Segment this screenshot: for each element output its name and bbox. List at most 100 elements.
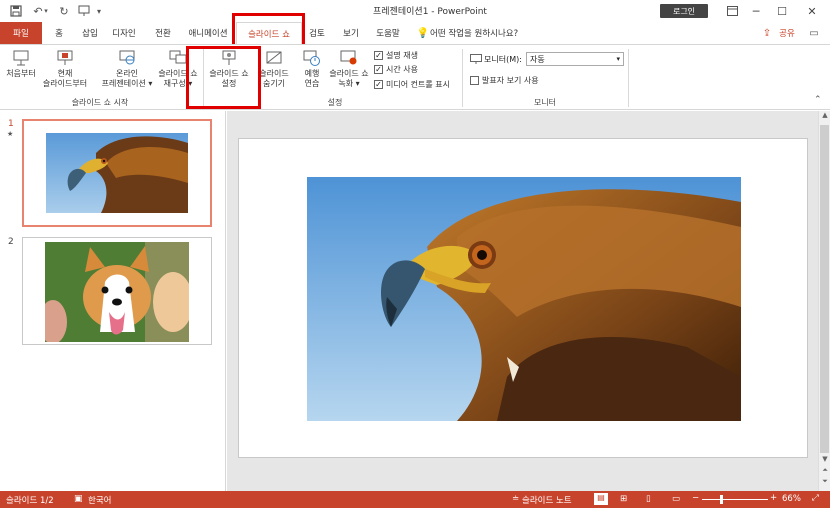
customize-qat-icon[interactable]: ▾	[94, 3, 104, 19]
language-label[interactable]: 한국어	[88, 494, 111, 506]
chevron-down-icon[interactable]: ▾	[42, 3, 50, 19]
rehearse-timings-button[interactable]: 예행 연습	[298, 49, 326, 89]
zoom-level[interactable]: 66%	[782, 494, 801, 504]
start-from-beginning-icon[interactable]	[76, 3, 92, 19]
scroll-up-icon[interactable]: ▲	[820, 111, 830, 119]
maximize-icon[interactable]: ☐	[768, 2, 796, 20]
record-label-2: 녹화	[338, 79, 354, 88]
play-narrations-label: 설명 재생	[386, 50, 418, 60]
highlight-box-setup	[186, 46, 261, 109]
slide-sorter-icon[interactable]: ⊞	[620, 494, 627, 504]
show-media-label: 미디어 컨트롤 표시	[386, 79, 450, 89]
rehearse-label-2: 연습	[304, 79, 320, 88]
slide-number-2: 2	[8, 237, 14, 247]
slide-count: 슬라이드 1/2	[6, 496, 54, 506]
notes-icon[interactable]: ≐	[512, 494, 519, 504]
corgi-thumbnail-image	[45, 242, 189, 342]
slide-canvas[interactable]	[238, 138, 808, 458]
fit-to-window-icon[interactable]: ⤢	[812, 493, 819, 503]
present-online-button[interactable]: 온라인 프레젠테이션 ▾	[96, 49, 158, 89]
online-label-2: 프레젠테이션	[101, 79, 146, 88]
lightbulb-icon: 💡	[416, 27, 430, 39]
from-current-label-1: 현재	[57, 69, 73, 78]
tab-transitions[interactable]: 전환	[150, 22, 176, 44]
tab-view[interactable]: 보기	[338, 22, 364, 44]
projector-icon	[13, 50, 29, 66]
from-current-button[interactable]: 현재 슬라이드부터	[40, 49, 90, 89]
hide-slide-icon	[266, 51, 282, 64]
record-slideshow-button[interactable]: 슬라이드 쇼 녹화 ▾	[326, 49, 372, 89]
monitor-select-value: 자동	[530, 54, 545, 64]
collapse-ribbon-icon[interactable]: ⌃	[814, 95, 822, 105]
zoom-in-icon[interactable]: +	[770, 493, 777, 503]
checkbox-unchecked-icon	[470, 75, 479, 85]
tab-home[interactable]: 홈	[46, 22, 72, 44]
custom-label-2: 재구성	[163, 79, 186, 88]
login-button[interactable]: 로그인	[660, 4, 708, 18]
window-title: 프레젠테이션1 - PowerPoint	[373, 7, 487, 17]
monitor-icon	[470, 54, 482, 64]
share-icon[interactable]: ⇪	[760, 22, 774, 44]
play-narrations-checkbox[interactable]: ✓ 설명 재생	[374, 49, 418, 61]
comments-icon[interactable]: ▭	[804, 22, 824, 44]
custom-show-icon	[169, 50, 187, 64]
from-beginning-label: 처음부터	[6, 69, 36, 78]
tab-animations[interactable]: 애니메이션	[184, 22, 232, 44]
zoom-out-icon[interactable]: −	[692, 493, 699, 503]
notes-button[interactable]: 슬라이드 노트	[522, 494, 572, 506]
checkbox-checked-icon: ✓	[374, 50, 383, 60]
normal-view-icon[interactable]: ▤	[594, 493, 608, 505]
rehearse-label-1: 예행	[304, 69, 320, 78]
share-button[interactable]: 공유	[776, 22, 798, 44]
group-label-start: 슬라이드 쇼 시작	[71, 98, 129, 107]
tab-file[interactable]: 파일	[0, 22, 42, 44]
spellcheck-icon[interactable]: ▣	[74, 494, 83, 504]
globe-projector-icon	[119, 50, 135, 65]
hide-label-2: 숨기기	[262, 79, 286, 88]
save-icon[interactable]	[8, 3, 24, 19]
zoom-slider[interactable]	[702, 499, 768, 500]
tell-me-box[interactable]: 어떤 작업을 원하시나요?	[430, 22, 530, 44]
checkbox-checked-icon: ✓	[374, 79, 383, 89]
show-media-controls-checkbox[interactable]: ✓ 미디어 컨트롤 표시	[374, 78, 450, 90]
record-label-1: 슬라이드 쇼	[329, 69, 369, 78]
presenter-view-label: 발표자 보기 사용	[482, 75, 539, 85]
eagle-image[interactable]	[307, 177, 741, 421]
eagle-thumbnail-image	[46, 133, 188, 213]
vertical-scrollbar[interactable]: ▲ ▼ ⏶ ⏷	[818, 111, 830, 491]
zoom-slider-thumb[interactable]	[720, 495, 723, 504]
tab-review[interactable]: 검토	[304, 22, 330, 44]
scrollbar-thumb[interactable]	[820, 125, 829, 453]
ribbon-tabs: 파일 홈 삽입 디자인 전환 애니메이션 슬라이드 쇼 검토 보기 도움말 💡 …	[0, 22, 830, 45]
presenter-view-checkbox[interactable]: 발표자 보기 사용	[470, 74, 539, 86]
close-icon[interactable]: ✕	[798, 2, 826, 20]
tab-help[interactable]: 도움말	[372, 22, 404, 44]
from-current-label-2: 슬라이드부터	[42, 79, 88, 88]
hide-label-1: 슬라이드	[259, 69, 289, 78]
redo-icon[interactable]: ↻	[56, 3, 72, 19]
monitor-label: 모니터(M):	[484, 55, 522, 64]
status-bar: 슬라이드 1/2 ▣ 한국어 ≐ 슬라이드 노트 ▤ ⊞ ▯ ▭ − + 66%…	[0, 491, 830, 508]
next-slide-icon[interactable]: ⏷	[820, 477, 830, 486]
highlight-box-tab	[232, 13, 305, 48]
record-icon	[340, 50, 357, 65]
minimize-icon[interactable]: ─	[742, 2, 770, 20]
use-timings-checkbox[interactable]: ✓ 시간 사용	[374, 63, 418, 75]
reading-view-icon[interactable]: ▯	[646, 494, 651, 504]
title-bar: ↶ ▾ ↻ ▾ 프레젠테이션1 - PowerPoint 로그인 ─ ☐ ✕	[0, 0, 830, 22]
animation-star-icon: ★	[7, 130, 14, 138]
tab-design[interactable]: 디자인	[108, 22, 140, 44]
checkbox-checked-icon: ✓	[374, 64, 383, 74]
monitor-select[interactable]: 자동 ▾	[526, 52, 624, 66]
slideshow-view-icon[interactable]: ▭	[672, 494, 680, 504]
tab-insert[interactable]: 삽입	[74, 22, 106, 44]
slide-thumbnail-2[interactable]	[22, 237, 212, 345]
slide-thumbnail-1[interactable]	[22, 119, 212, 227]
scroll-down-icon[interactable]: ▼	[820, 455, 830, 463]
rehearse-icon	[303, 50, 320, 66]
previous-slide-icon[interactable]: ⏶	[820, 466, 830, 475]
from-beginning-button[interactable]: 처음부터	[2, 49, 40, 79]
chevron-down-icon: ▾	[616, 55, 620, 63]
online-label-1: 온라인	[115, 69, 139, 78]
slide-number-1: 1	[8, 119, 14, 129]
